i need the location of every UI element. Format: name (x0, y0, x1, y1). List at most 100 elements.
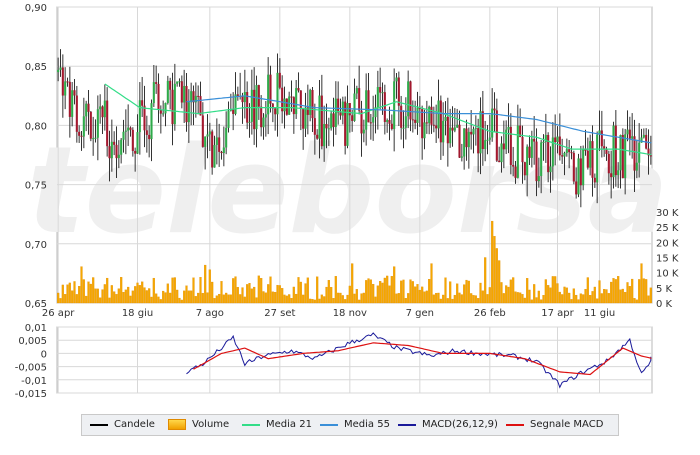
volume-bar (528, 289, 531, 304)
volume-bar (222, 294, 225, 304)
candle-body (572, 152, 575, 182)
volume-bar (402, 279, 405, 304)
volume-bar (577, 299, 580, 304)
volume-bar (598, 280, 601, 304)
candle-body (523, 162, 526, 176)
candle-body (432, 124, 435, 126)
volume-bar (430, 263, 433, 304)
volume-bar (332, 298, 335, 304)
candle-body (481, 111, 484, 150)
volume-bar (570, 299, 573, 304)
price-y-tick-label: 0,85 (25, 62, 47, 73)
volume-bar (194, 296, 197, 304)
volume-bar (113, 291, 116, 304)
candle-body (509, 126, 512, 165)
candle-body (283, 98, 286, 112)
candle-body (169, 80, 172, 90)
volume-bar (521, 294, 524, 304)
candle-body (484, 140, 487, 150)
volume-bar (631, 278, 634, 304)
legend-label: Media 55 (344, 419, 390, 430)
candle-body (106, 100, 109, 147)
volume-bar (614, 279, 617, 304)
volume-bar (299, 281, 302, 304)
volume-bar (59, 298, 62, 304)
volume-bar (572, 288, 575, 304)
candle-body (178, 81, 181, 83)
candle-body (346, 103, 349, 146)
candle-body (444, 116, 447, 121)
volume-bar (159, 299, 162, 304)
volume-bar (239, 294, 242, 304)
volume-bar (262, 291, 265, 304)
candle-body (416, 107, 419, 123)
candle-body (626, 129, 629, 135)
volume-bar (99, 297, 102, 304)
volume-bar (621, 288, 624, 304)
volume-bar (479, 282, 482, 304)
candle-body (565, 149, 568, 153)
volume-bar (183, 290, 186, 304)
candle-body (166, 80, 169, 103)
macd-y-tick-label: 0 (41, 349, 47, 360)
volume-bar (393, 266, 396, 304)
candle-body (404, 116, 407, 128)
volume-bar (474, 295, 477, 304)
candle-body (290, 96, 293, 98)
candle-body (85, 103, 88, 117)
candle-body (423, 122, 426, 139)
candle-body (148, 134, 151, 140)
candle-body (334, 98, 337, 128)
candle-body (327, 128, 330, 130)
candle-body (607, 153, 610, 174)
volume-bar (311, 298, 314, 304)
volume-bar (292, 286, 295, 304)
candle-body (526, 146, 529, 176)
candle-body (87, 103, 90, 112)
volume-bar (281, 288, 284, 304)
candle-body (136, 132, 139, 154)
volume-bar (64, 294, 67, 304)
candle-body (96, 109, 99, 138)
candle-body (589, 141, 592, 168)
volume-bar (136, 282, 139, 304)
volume-bar (246, 284, 249, 304)
candle-body (236, 94, 239, 96)
candle-body (127, 127, 130, 131)
candle-body (439, 100, 442, 143)
volume-bar (633, 298, 636, 304)
candle-body (362, 129, 365, 134)
candle-body (542, 141, 545, 143)
volume-bar (488, 287, 491, 304)
candle-body (460, 156, 463, 158)
volume-y-tick-label: 10 K (656, 269, 679, 280)
volume-bar (409, 279, 412, 304)
candle-body (628, 129, 631, 139)
chart-stage: teleborsa 0,90 0,85 0,80 0,75 0,70 0,65 26 apr 1… (0, 0, 700, 451)
candle-body (225, 127, 228, 148)
candle-body (285, 98, 288, 115)
volume-bar (358, 299, 361, 304)
candle-body (59, 67, 62, 70)
candle-body (274, 108, 277, 115)
candle-body (456, 124, 459, 128)
x-tick-label: 26 apr (42, 308, 75, 319)
volume-y-tick-label: 0 K (656, 299, 673, 310)
candle-body (253, 89, 256, 130)
x-tick-label: 11 giu (584, 308, 615, 319)
candle-body (355, 88, 358, 94)
volume-bar (446, 298, 449, 304)
volume-bar (369, 279, 372, 304)
candle-body (369, 122, 372, 124)
volume-bar (325, 286, 328, 304)
volume-bar (362, 292, 365, 304)
candle-body (323, 124, 326, 147)
volume-bar (304, 283, 307, 304)
volume-bar (141, 281, 144, 304)
volume-bar (234, 276, 237, 304)
volume-bar (204, 264, 207, 304)
volume-bar (248, 283, 251, 304)
candle-body (537, 176, 540, 182)
candle-body (155, 82, 158, 84)
volume-bar (414, 286, 417, 304)
